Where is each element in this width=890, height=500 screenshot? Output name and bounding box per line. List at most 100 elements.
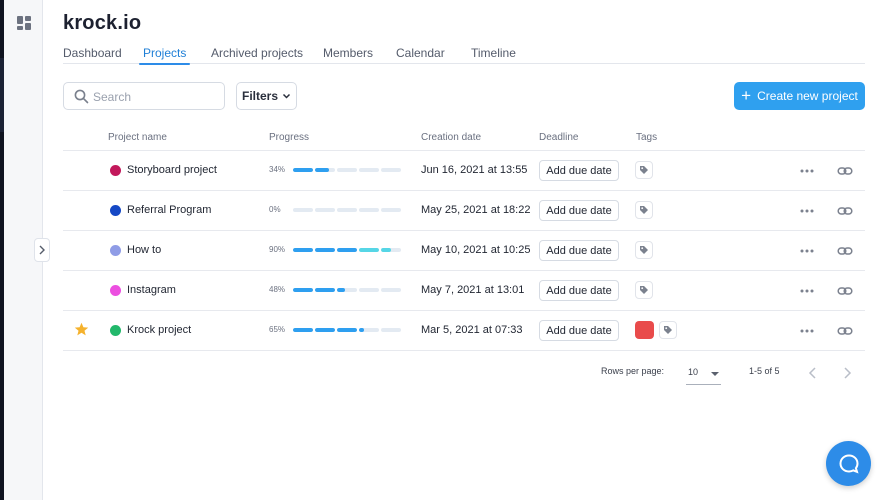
- progress-segment: [359, 288, 379, 292]
- progress-segment: [293, 288, 313, 292]
- progress-percent: 65%: [269, 325, 286, 334]
- more-options-icon[interactable]: [800, 289, 814, 293]
- more-options-icon[interactable]: [800, 329, 814, 333]
- more-options-icon[interactable]: [800, 169, 814, 173]
- create-new-project-button[interactable]: + Create new project: [734, 82, 865, 110]
- progress-segment: [359, 168, 379, 172]
- tab-bar: Dashboard Projects Archived projects Mem…: [63, 44, 865, 65]
- chat-widget-button[interactable]: [826, 441, 871, 486]
- creation-date: May 25, 2021 at 18:22: [421, 204, 531, 216]
- tag-icon: [640, 246, 648, 254]
- progress-segment: [359, 208, 379, 212]
- table-header: Project name Progress Creation date Dead…: [63, 132, 865, 151]
- tag-chip[interactable]: [635, 321, 654, 339]
- add-tag-button[interactable]: [635, 281, 653, 299]
- progress-segment: [337, 168, 357, 172]
- project-color-dot: [110, 285, 121, 296]
- progress-percent: 0%: [269, 205, 281, 214]
- chevron-down-icon: [282, 93, 291, 99]
- tab-members[interactable]: Members: [323, 46, 373, 64]
- tab-projects[interactable]: Projects: [138, 46, 191, 65]
- progress-segment: [381, 208, 401, 212]
- progress-segment: [337, 288, 357, 292]
- create-new-project-label: Create new project: [757, 89, 858, 103]
- search-box[interactable]: [63, 82, 225, 110]
- search-input[interactable]: [93, 88, 213, 105]
- progress-segment: [337, 328, 357, 332]
- progress-segment: [337, 248, 357, 252]
- add-tag-button[interactable]: [635, 161, 653, 179]
- link-icon[interactable]: [837, 243, 853, 259]
- add-tag-button[interactable]: [659, 321, 677, 339]
- previous-page-icon[interactable]: [807, 366, 819, 380]
- star-icon[interactable]: [74, 322, 89, 337]
- progress-segment: [315, 288, 335, 292]
- add-due-date-button[interactable]: Add due date: [539, 320, 619, 341]
- progress-segment: [293, 208, 313, 212]
- project-name[interactable]: Instagram: [127, 284, 176, 296]
- add-due-date-button[interactable]: Add due date: [539, 200, 619, 221]
- search-icon: [74, 89, 89, 104]
- table-row[interactable]: How to 90% May 10, 2021 at 10:25 Add due da…: [63, 231, 865, 271]
- progress-segment: [381, 248, 401, 252]
- progress-segment: [315, 328, 335, 332]
- progress-percent: 90%: [269, 245, 286, 254]
- more-options-icon[interactable]: [800, 209, 814, 213]
- filters-button[interactable]: Filters: [236, 82, 297, 110]
- next-page-icon[interactable]: [841, 366, 853, 380]
- link-icon[interactable]: [837, 163, 853, 179]
- tab-calendar[interactable]: Calendar: [396, 46, 445, 64]
- tag-icon: [640, 166, 648, 174]
- header-deadline: Deadline: [539, 132, 579, 143]
- table-row[interactable]: Referral Program 0% May 25, 2021 at 18:22 A…: [63, 191, 865, 231]
- add-due-date-button[interactable]: Add due date: [539, 160, 619, 181]
- progress-segment: [381, 328, 401, 332]
- dashboard-grid-icon[interactable]: [16, 15, 32, 31]
- project-color-dot: [110, 165, 121, 176]
- link-icon[interactable]: [837, 203, 853, 219]
- tab-dashboard[interactable]: Dashboard: [63, 46, 122, 64]
- project-name[interactable]: Referral Program: [127, 204, 211, 216]
- tab-timeline[interactable]: Timeline: [471, 46, 516, 64]
- creation-date: Mar 5, 2021 at 07:33: [421, 324, 523, 336]
- progress-segment: [315, 168, 335, 172]
- header-creation-date: Creation date: [421, 132, 482, 143]
- header-progress: Progress: [269, 132, 310, 143]
- progress-segment: [359, 328, 379, 332]
- progress-bar: [293, 168, 401, 172]
- progress-segment: [337, 208, 357, 212]
- progress-segment: [293, 168, 313, 172]
- add-due-date-button[interactable]: Add due date: [539, 240, 619, 261]
- creation-date: Jun 16, 2021 at 13:55: [421, 164, 528, 176]
- link-icon[interactable]: [837, 323, 853, 339]
- progress-segment: [293, 248, 313, 252]
- rows-per-page-value: 10: [688, 367, 699, 377]
- project-name[interactable]: How to: [127, 244, 161, 256]
- caret-down-icon: [711, 372, 719, 376]
- project-name[interactable]: Storyboard project: [127, 164, 217, 176]
- progress-bar: [293, 208, 401, 212]
- chevron-right-icon: [39, 245, 45, 255]
- add-tag-button[interactable]: [635, 241, 653, 259]
- link-icon[interactable]: [837, 283, 853, 299]
- plus-icon: +: [741, 85, 752, 105]
- tag-icon: [640, 286, 648, 294]
- project-color-dot: [110, 245, 121, 256]
- progress-percent: 34%: [269, 165, 286, 174]
- rows-per-page-select[interactable]: 10: [686, 364, 721, 385]
- tab-archived-projects[interactable]: Archived projects: [211, 46, 303, 64]
- add-tag-button[interactable]: [635, 201, 653, 219]
- project-color-dot: [110, 325, 121, 336]
- project-name[interactable]: Krock project: [127, 324, 191, 336]
- tag-icon: [664, 326, 672, 334]
- add-due-date-button[interactable]: Add due date: [539, 280, 619, 301]
- header-project-name: Project name: [108, 132, 167, 143]
- table-row[interactable]: Instagram 48% May 7, 2021 at 13:01 Add due …: [63, 271, 865, 311]
- progress-bar: [293, 248, 401, 252]
- progress-segment: [381, 168, 401, 172]
- table-row[interactable]: Storyboard project 34% Jun 16, 2021 at 13:…: [63, 151, 865, 191]
- table-row[interactable]: Krock project 65% Mar 5, 2021 at 07:33 Add …: [63, 311, 865, 351]
- more-options-icon[interactable]: [800, 249, 814, 253]
- sidebar-expand-button[interactable]: [34, 238, 50, 262]
- rows-per-page-label: Rows per page:: [601, 366, 665, 376]
